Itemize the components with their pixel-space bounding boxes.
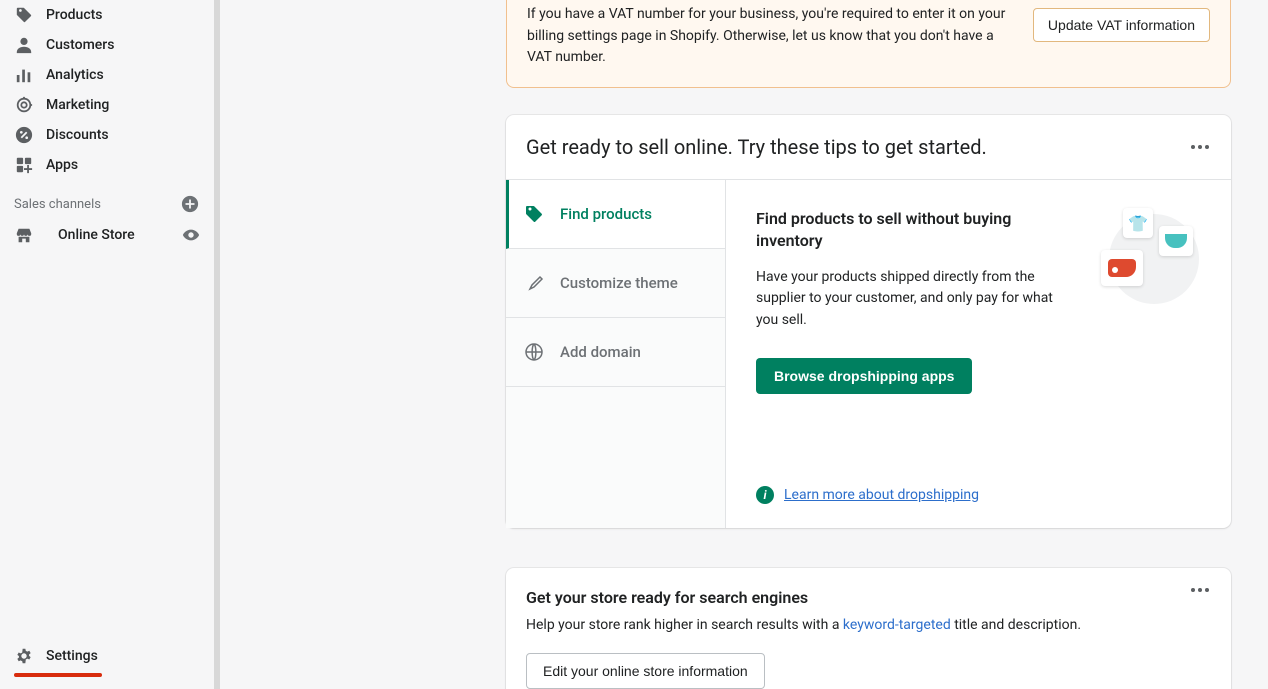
gear-icon [14,646,34,666]
nav-label: Customers [46,37,114,53]
sidebar-bottom: Settings [0,631,215,689]
info-icon: i [756,486,774,504]
seo-description: Help your store rank higher in search re… [526,617,1209,633]
learn-more-link[interactable]: Learn more about dropshipping [784,487,979,503]
tips-card: Get ready to sell online. Try these tips… [506,115,1231,528]
nav-label: Marketing [46,97,109,113]
sidebar-item-marketing[interactable]: Marketing [8,90,206,120]
tab-label: Customize theme [560,274,678,292]
seo-title: Get your store ready for search engines [526,588,808,607]
keyword-targeted-link[interactable]: keyword-targeted [843,617,951,633]
highlight-underline [14,673,102,677]
settings-label: Settings [46,648,98,664]
more-button[interactable] [1191,145,1209,149]
seo-desc-post: title and description. [951,617,1081,633]
brush-icon [524,273,544,293]
tab-customize-theme[interactable]: Customize theme [506,249,725,318]
tips-tabs: Find products Customize theme Add domain [506,180,726,528]
view-store-button[interactable] [182,226,200,244]
nav-list: Products Customers Analytics Marketing D… [0,0,214,180]
main-content: If you have a VAT number for your busine… [221,0,1268,689]
vat-banner: If you have a VAT number for your busine… [506,0,1231,88]
tips-card-title: Get ready to sell online. Try these tips… [526,135,987,159]
tag-icon [524,204,544,224]
tips-content: Find products to sell without buying inv… [726,180,1231,528]
products-illustration: 👕 [1101,208,1201,298]
sales-channels-header: Sales channels [0,180,214,220]
discount-icon [14,125,34,145]
tab-label: Add domain [560,343,641,361]
nav-label: Apps [46,157,78,173]
add-channel-button[interactable] [180,194,200,214]
seo-card: Get your store ready for search engines … [506,568,1231,689]
update-vat-button[interactable]: Update VAT information [1033,8,1210,42]
chart-icon [14,65,34,85]
tips-card-header: Get ready to sell online. Try these tips… [506,115,1231,180]
seo-desc-pre: Help your store rank higher in search re… [526,617,843,633]
sidebar: Products Customers Analytics Marketing D… [0,0,215,689]
learn-more-row: i Learn more about dropshipping [756,486,1201,504]
tab-add-domain[interactable]: Add domain [506,318,725,387]
store-icon [14,225,34,245]
sidebar-item-analytics[interactable]: Analytics [8,60,206,90]
sales-channels-label: Sales channels [14,197,101,212]
tips-description: Have your products shipped directly from… [756,267,1077,332]
nav-label: Analytics [46,67,104,83]
apps-icon [14,155,34,175]
tab-find-products[interactable]: Find products [506,180,725,249]
globe-icon [524,342,544,362]
browse-dropshipping-button[interactable]: Browse dropshipping apps [756,358,972,394]
more-button[interactable] [1191,588,1209,592]
vat-banner-text: If you have a VAT number for your busine… [527,4,1033,69]
sidebar-item-apps[interactable]: Apps [8,150,206,180]
nav-label: Discounts [46,127,109,143]
nav-label: Products [46,7,103,23]
channel-online-store[interactable]: Online Store [0,220,214,250]
tab-label: Find products [560,205,652,223]
settings-button[interactable]: Settings [8,641,207,671]
target-icon [14,95,34,115]
person-icon [14,35,34,55]
sidebar-item-customers[interactable]: Customers [8,30,206,60]
sidebar-item-discounts[interactable]: Discounts [8,120,206,150]
tips-body: Find products Customize theme Add domain [506,180,1231,528]
edit-store-info-button[interactable]: Edit your online store information [526,653,765,689]
sidebar-item-products[interactable]: Products [8,0,206,30]
channel-label: Online Store [58,227,182,243]
tips-heading: Find products to sell without buying inv… [756,208,1077,253]
tag-icon [14,5,34,25]
